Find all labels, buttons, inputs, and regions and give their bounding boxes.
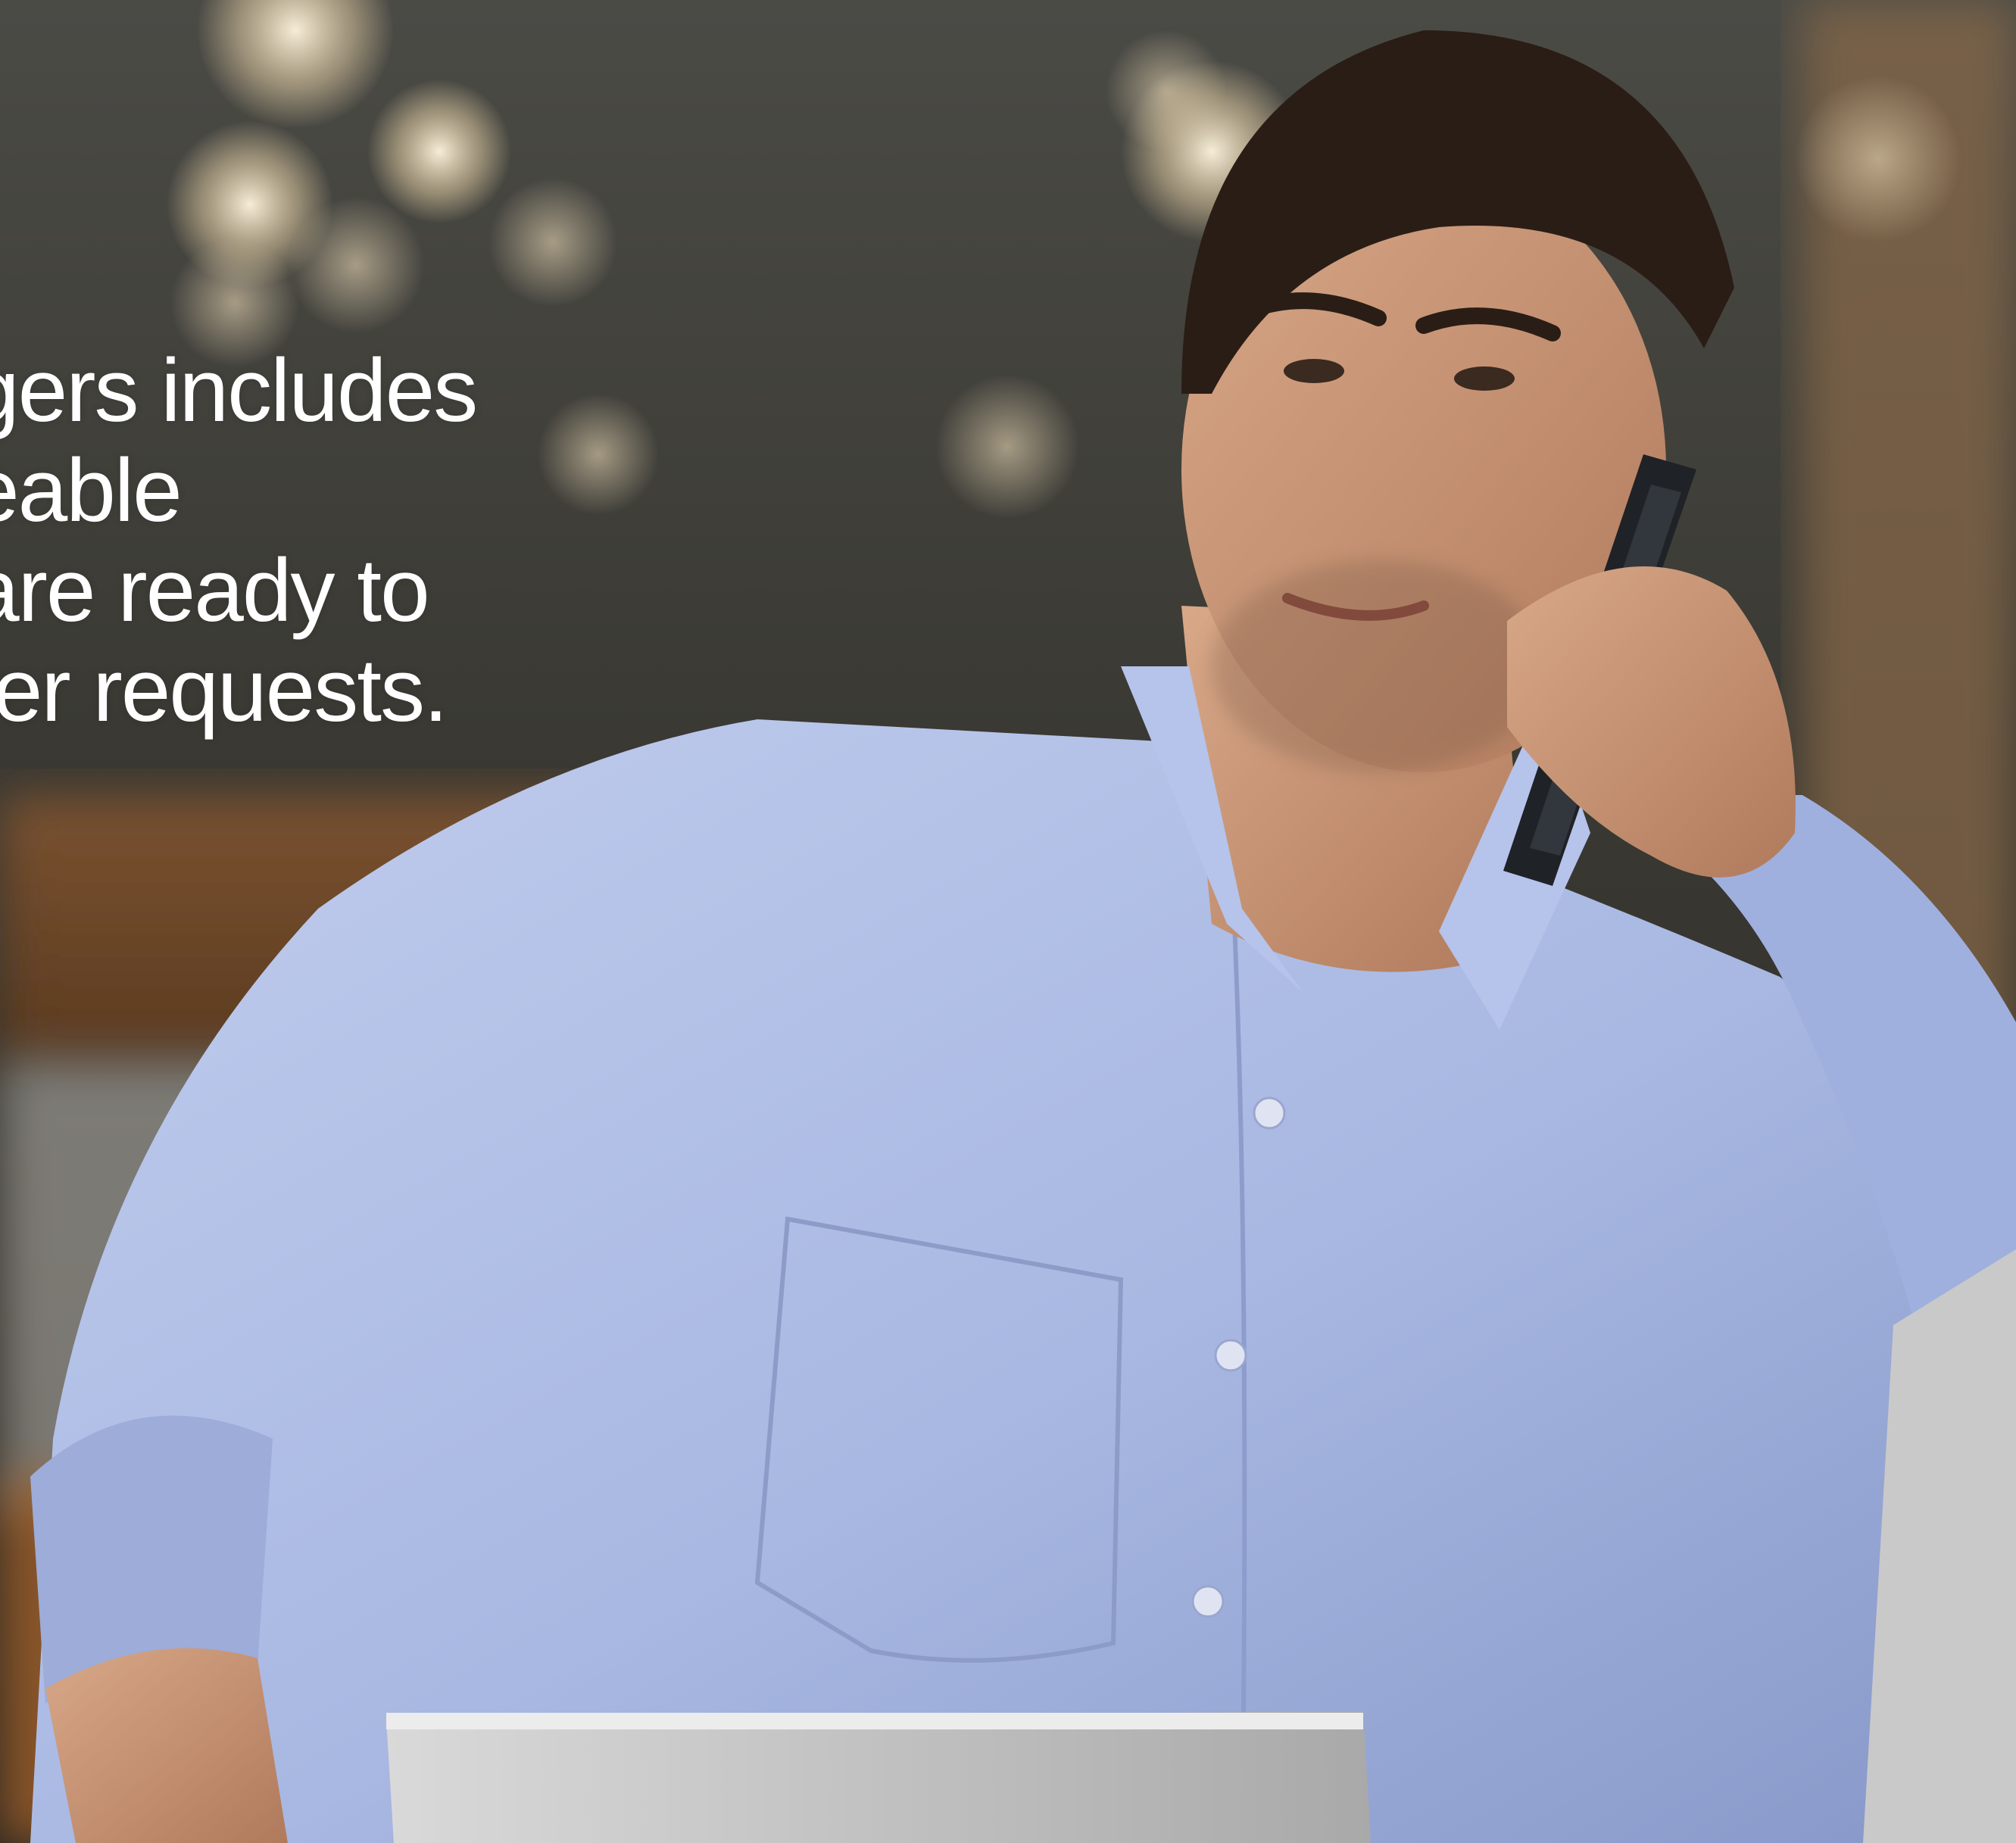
hero-headline: gers includes eable are ready to ter req… <box>0 341 478 741</box>
hero-line-1: gers includes <box>0 341 478 441</box>
hero-line-2: eable <box>0 441 183 541</box>
hero-line-3: are ready to <box>0 541 430 641</box>
hero-photo <box>0 0 2016 1843</box>
hero-line-4: ter requests. <box>0 641 448 741</box>
